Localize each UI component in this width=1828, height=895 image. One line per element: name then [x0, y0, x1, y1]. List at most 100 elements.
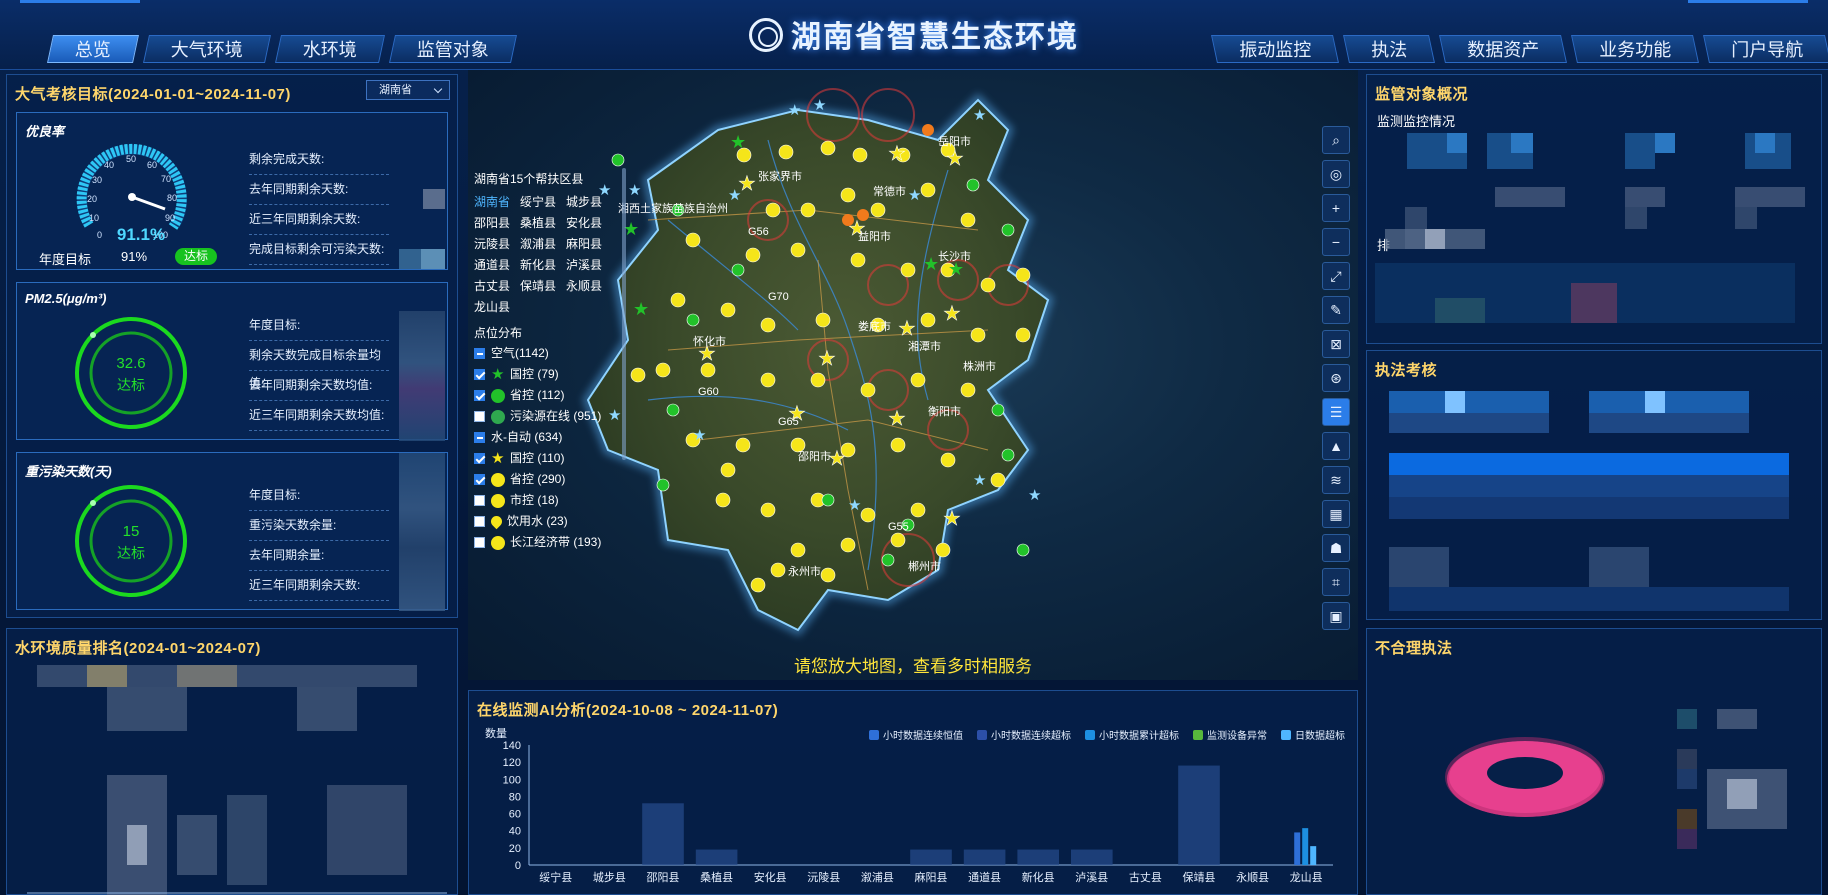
county-item[interactable]: 邵阳县: [474, 213, 520, 234]
place-label: 岳阳市: [938, 134, 971, 148]
measure-icon[interactable]: ✎: [1322, 296, 1350, 324]
tab-supervision[interactable]: 监管对象: [389, 35, 517, 63]
layer-item[interactable]: 空气(1142): [474, 343, 634, 364]
county-item[interactable]: 溆浦县: [520, 234, 566, 255]
place-label: 株洲市: [963, 359, 996, 373]
place-label: 益阳市: [858, 229, 891, 243]
pm25-ring: [75, 317, 187, 429]
county-item[interactable]: 通道县: [474, 255, 520, 276]
layer-item[interactable]: 饮用水 (23): [474, 511, 634, 532]
stat-row: 近三年同期剩余天数:: [249, 205, 389, 235]
county-item[interactable]: 安化县: [566, 213, 612, 234]
county-item[interactable]: 龙山县: [474, 297, 520, 318]
redacted-bar: [963, 849, 1006, 865]
zoom-in-icon[interactable]: +: [1322, 194, 1350, 222]
layer-item[interactable]: 市控 (18): [474, 490, 634, 511]
layer-checkbox[interactable]: [474, 348, 485, 359]
layer-item[interactable]: 省控 (112): [474, 385, 634, 406]
county-item[interactable]: 桑植县: [520, 213, 566, 234]
layer-checkbox[interactable]: [474, 432, 485, 443]
place-label: 湘西土家族苗族自治州: [618, 201, 728, 215]
layer-checkbox[interactable]: [474, 474, 485, 485]
svg-text:★: ★: [898, 316, 916, 340]
gauge-tick: 50: [126, 154, 136, 164]
layer-checkbox[interactable]: [474, 537, 485, 548]
layer-item[interactable]: 长江经济带 (193): [474, 532, 634, 553]
county-item[interactable]: 绥宁县: [520, 192, 566, 213]
layer-checkbox[interactable]: [474, 516, 485, 527]
fullscreen-icon[interactable]: ⤢: [1322, 262, 1350, 290]
terrain-icon[interactable]: ▲: [1322, 432, 1350, 460]
tab-overview[interactable]: 总览: [47, 35, 139, 63]
layer-item[interactable]: 污染源在线 (951): [474, 406, 634, 427]
grid-icon[interactable]: ▦: [1322, 500, 1350, 528]
stat-row: 近三年同期剩余天数均值:: [249, 401, 389, 431]
tab-air[interactable]: 大气环境: [143, 35, 271, 63]
unreasonable-enforcement-panel: 不合理执法: [1366, 628, 1822, 895]
layer-checkbox[interactable]: [474, 495, 485, 506]
zoom-out-icon[interactable]: −: [1322, 228, 1350, 256]
heavy-status: 达标: [117, 545, 145, 561]
x-tick-label: 沅陵县: [807, 871, 840, 884]
star-icon: ★: [491, 365, 505, 383]
svg-text:★: ★: [848, 496, 861, 514]
layers-icon[interactable]: ⊛: [1322, 364, 1350, 392]
layer-checkbox[interactable]: [474, 390, 485, 401]
crop-icon[interactable]: ⌗: [1322, 568, 1350, 596]
gauge-tick: 90: [165, 213, 175, 223]
tab-label: 水环境: [302, 40, 357, 60]
county-item[interactable]: 新化县: [520, 255, 566, 276]
extent-icon[interactable]: ⊠: [1322, 330, 1350, 358]
county-item[interactable]: 沅陵县: [474, 234, 520, 255]
tab-label: 门户导航: [1731, 40, 1804, 60]
county-item[interactable]: 永顺县: [566, 276, 612, 297]
tab-business[interactable]: 业务功能: [1571, 35, 1699, 63]
layer-label: 市控 (18): [510, 493, 559, 507]
county-item[interactable]: 城步县: [566, 192, 612, 213]
svg-text:★: ★: [888, 141, 906, 165]
apps-icon[interactable]: ▣: [1322, 602, 1350, 630]
legend-scrollbar[interactable]: [622, 168, 626, 460]
layer-item[interactable]: ★ 国控 (79): [474, 364, 634, 385]
region-select[interactable]: 湖南省: [366, 80, 450, 100]
bar-小时数据累计超标[interactable]: [1302, 828, 1309, 865]
locate-icon[interactable]: ◎: [1322, 160, 1350, 188]
bar-小时数据连续恒值[interactable]: [1294, 832, 1301, 865]
county-item[interactable]: 古丈县: [474, 276, 520, 297]
tab-data-assets[interactable]: 数据资产: [1439, 35, 1567, 63]
panel-title: 水环境质量排名(2024-01~2024-07): [15, 640, 261, 657]
stat-row: 近三年同期剩余天数:: [249, 571, 389, 601]
layer-checkbox[interactable]: [474, 411, 485, 422]
gauge-tick: 40: [104, 160, 114, 170]
place-label: 常德市: [873, 184, 906, 198]
tab-portal[interactable]: 门户导航: [1703, 35, 1828, 63]
county-item[interactable]: 湖南省: [474, 192, 520, 213]
county-item[interactable]: 泸溪县: [566, 255, 612, 276]
layer-item[interactable]: 省控 (290): [474, 469, 634, 490]
svg-text:★: ★: [973, 106, 986, 124]
search-icon[interactable]: ⌕: [1322, 126, 1350, 154]
x-tick-label: 桑植县: [700, 870, 733, 884]
y-tick-label: 60: [509, 809, 521, 821]
region-icon[interactable]: ☗: [1322, 534, 1350, 562]
tab-enforcement[interactable]: 执法: [1343, 35, 1435, 63]
y-tick-label: 100: [503, 774, 521, 786]
wind-icon[interactable]: ≋: [1322, 466, 1350, 494]
place-label: 衡阳市: [928, 404, 961, 418]
county-item[interactable]: 麻阳县: [566, 234, 612, 255]
x-tick-label: 永顺县: [1236, 870, 1269, 884]
tab-water[interactable]: 水环境: [275, 35, 385, 63]
layer-label: 国控 (110): [510, 451, 565, 465]
county-item[interactable]: 保靖县: [520, 276, 566, 297]
tab-vibration[interactable]: 振动监控: [1211, 35, 1339, 63]
svg-text:★: ★: [788, 101, 801, 119]
layer-item[interactable]: ★ 国控 (110): [474, 448, 634, 469]
panel-title: 执法考核: [1375, 362, 1438, 379]
layer-item[interactable]: 水-自动 (634): [474, 427, 634, 448]
layer-checkbox[interactable]: [474, 369, 485, 380]
bar-日数据超标[interactable]: [1310, 846, 1317, 865]
filter-icon[interactable]: ☰: [1322, 398, 1350, 426]
layer-checkbox[interactable]: [474, 453, 485, 464]
blurred-supervision-stats: [1375, 133, 1805, 323]
y-tick-label: 140: [503, 740, 521, 752]
